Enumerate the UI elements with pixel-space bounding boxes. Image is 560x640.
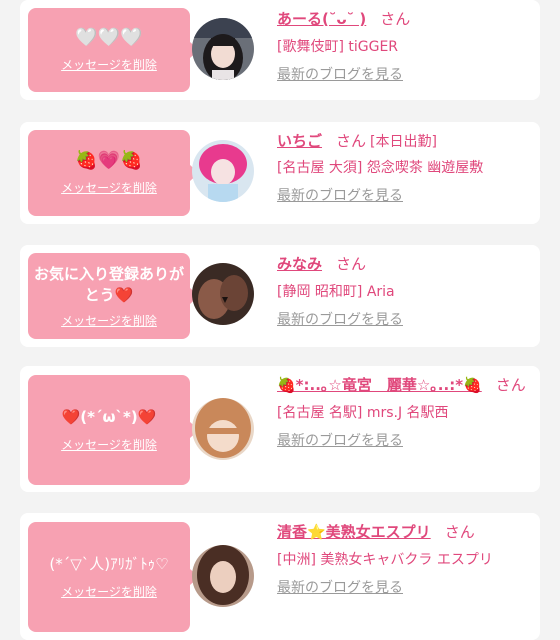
delete-message-link[interactable]: メッセージを削除 [61, 179, 157, 196]
latest-blog-link[interactable]: 最新のブログを見る [277, 185, 403, 205]
conversation-card: (*´▽`人)ｱﾘｶﾞﾄｩ♡ メッセージを削除 清香⭐美熟女エスプリ さん [中洲… [20, 513, 540, 640]
conversation-card: ❤️(*´ω`*)❤️ メッセージを削除 🍓*:..｡☆竜宮 麗華☆｡..:*🍓… [20, 366, 540, 492]
conversation-card: 🤍🤍🤍 メッセージを削除 あーる(˘ᴗ˘ ) さん [歌舞伎町] tiGGER 最… [20, 0, 540, 100]
conversation-card: 🍓💗🍓 メッセージを削除 いちご さん [本日出勤] [名古屋 大須] 怨念喫茶 幽… [20, 122, 540, 224]
latest-blog-link[interactable]: 最新のブログを見る [277, 577, 403, 597]
message-bubble: ❤️(*´ω`*)❤️ メッセージを削除 [28, 375, 199, 485]
delete-message-link[interactable]: メッセージを削除 [61, 56, 157, 73]
shop-info: [名古屋 名駅] mrs.J 名駅西 [277, 405, 449, 421]
message-text: お気に入り登録ありがとう❤️ [34, 264, 185, 304]
conversation-card: お気に入り登録ありがとう❤️ メッセージを削除 みなみ さん [静岡 昭和町] A… [20, 245, 540, 347]
profile-name-link[interactable]: みなみ [277, 255, 322, 273]
latest-blog-link[interactable]: 最新のブログを見る [277, 309, 403, 329]
avatar[interactable] [192, 263, 254, 325]
delete-message-link[interactable]: メッセージを削除 [61, 436, 157, 453]
honorific: さん [336, 132, 367, 150]
shop-info: [中洲] 美熟女キャバクラ エスプリ [277, 552, 493, 568]
shop-info: [静岡 昭和町] Aria [277, 284, 395, 300]
profile-name-link[interactable]: あーる(˘ᴗ˘ ) [277, 10, 366, 28]
message-text: ❤️(*´ω`*)❤️ [61, 408, 157, 426]
avatar[interactable] [192, 545, 254, 607]
profile-name-link[interactable]: 清香⭐美熟女エスプリ [277, 523, 431, 541]
delete-message-link[interactable]: メッセージを削除 [61, 312, 157, 329]
avatar[interactable] [192, 18, 254, 80]
honorific: さん [444, 523, 475, 541]
message-bubble: 🤍🤍🤍 メッセージを削除 [28, 8, 199, 92]
message-bubble: お気に入り登録ありがとう❤️ メッセージを削除 [28, 253, 199, 339]
honorific: さん [336, 255, 367, 273]
latest-blog-link[interactable]: 最新のブログを見る [277, 64, 403, 84]
message-bubble: 🍓💗🍓 メッセージを削除 [28, 130, 199, 216]
shop-info: [歌舞伎町] tiGGER [277, 39, 399, 55]
message-text: (*´▽`人)ｱﾘｶﾞﾄｩ♡ [49, 555, 169, 573]
profile-name-link[interactable]: いちご [277, 132, 322, 150]
profile-name-link[interactable]: 🍓*:..｡☆竜宮 麗華☆｡..:*🍓 [277, 376, 482, 394]
delete-message-link[interactable]: メッセージを削除 [61, 583, 157, 600]
avatar[interactable] [192, 140, 254, 202]
message-text: 🍓💗🍓 [75, 150, 143, 171]
message-text: 🤍🤍🤍 [75, 27, 143, 48]
avatar[interactable] [192, 398, 254, 460]
honorific: さん [495, 376, 526, 394]
honorific: さん [380, 10, 411, 28]
work-status: [本日出勤] [370, 134, 437, 150]
latest-blog-link[interactable]: 最新のブログを見る [277, 430, 403, 450]
message-bubble: (*´▽`人)ｱﾘｶﾞﾄｩ♡ メッセージを削除 [28, 522, 199, 632]
shop-info: [名古屋 大須] 怨念喫茶 幽遊屋敷 [277, 160, 484, 176]
